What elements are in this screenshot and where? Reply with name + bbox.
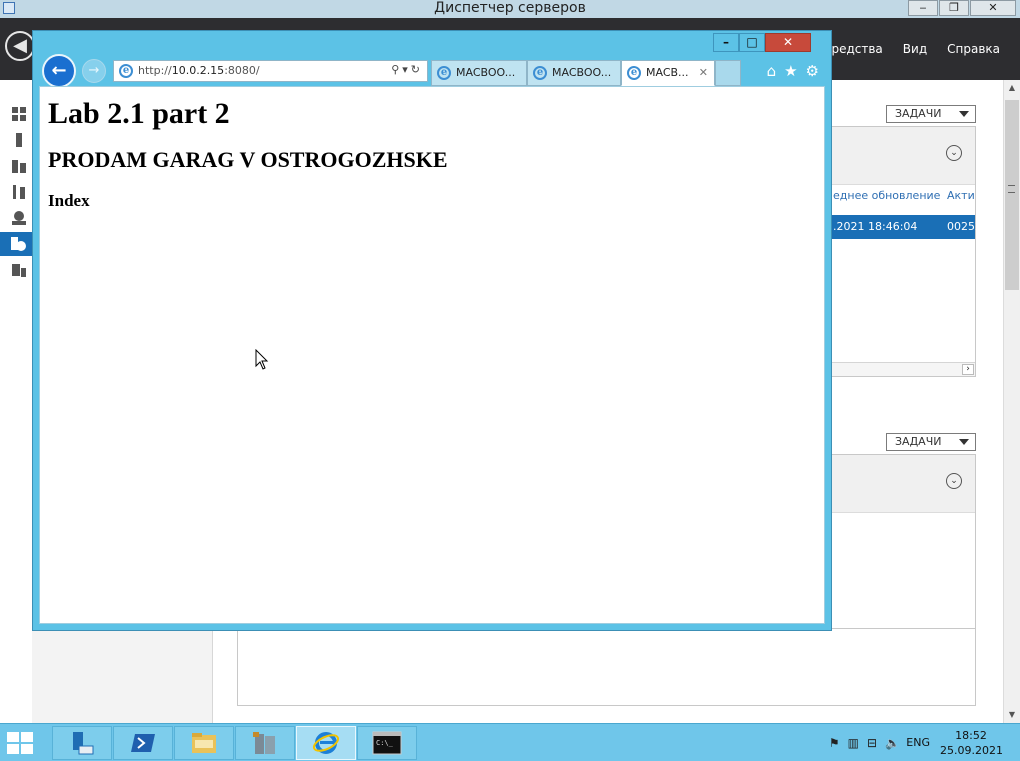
taskbar-server-manager[interactable] xyxy=(52,726,112,760)
server-manager-titlebar: Диспетчер серверов ‒ ❐ ✕ xyxy=(0,0,1020,18)
cell-last-update: .2021 18:46:04 xyxy=(833,220,918,233)
page-heading: Lab 2.1 part 2 xyxy=(48,97,230,130)
browser-tab[interactable]: e MACBOO... xyxy=(527,60,621,86)
tasks-dropdown-top[interactable]: ЗАДАЧИ xyxy=(886,105,976,123)
page-subheading: PRODAM GARAG V OSTROGOZHSKE xyxy=(48,147,448,172)
local-server-icon[interactable] xyxy=(11,132,27,148)
ie-tab-icon: e xyxy=(437,66,451,80)
tab-label: MACBOO... xyxy=(552,66,612,79)
svg-text:C:\_: C:\_ xyxy=(376,739,394,747)
tray-icons: ⚑ ▥ ⊟ 🔈 xyxy=(829,736,900,750)
horizontal-scrollbar[interactable]: › xyxy=(831,362,975,376)
taskbar-command-prompt[interactable]: C:\_ xyxy=(357,726,417,760)
dashboard-icon[interactable] xyxy=(11,106,27,122)
browser-minimize-button[interactable]: – xyxy=(713,33,739,52)
taskbar-internet-explorer[interactable] xyxy=(296,726,356,760)
browser-tab-active[interactable]: e MACB... ✕ xyxy=(621,60,715,86)
all-servers-icon[interactable] xyxy=(11,158,27,174)
lower-panel xyxy=(237,628,976,706)
remote-servers-icon[interactable] xyxy=(11,262,27,278)
tab-label: MACBOO... xyxy=(456,66,516,79)
tab-label: MACB... xyxy=(646,66,689,79)
action-center-icon[interactable]: ⚑ xyxy=(829,736,840,750)
tray-app-icon[interactable]: ▥ xyxy=(848,736,859,750)
browser-close-button[interactable]: ✕ xyxy=(765,33,811,52)
ie-tab-icon: e xyxy=(627,66,641,80)
refresh-icon[interactable]: ↻ xyxy=(411,63,423,76)
cell-activation: 00252 xyxy=(947,220,982,233)
maximize-button[interactable]: ❐ xyxy=(939,0,969,16)
network-icon[interactable]: ⊟ xyxy=(867,736,877,750)
home-icon[interactable]: ⌂ xyxy=(767,62,777,80)
menu-view[interactable]: Вид xyxy=(903,42,927,56)
server-tool-icon xyxy=(253,732,275,754)
chevron-down-icon[interactable]: ⌄ xyxy=(946,145,962,161)
taskbar-server-tool[interactable] xyxy=(235,726,295,760)
forward-button[interactable]: → xyxy=(82,59,106,83)
language-indicator[interactable]: ENG xyxy=(906,736,930,749)
command-prompt-icon: C:\_ xyxy=(372,731,402,755)
minimize-button[interactable]: ‒ xyxy=(908,0,938,16)
ie-page-icon: e xyxy=(119,64,133,78)
close-button[interactable]: ✕ xyxy=(970,0,1016,16)
url-prefix: http:// xyxy=(138,64,172,77)
tab-close-icon[interactable]: ✕ xyxy=(699,61,708,85)
iis-icon[interactable] xyxy=(11,210,27,226)
vertical-scrollbar[interactable]: ▲ ▼ xyxy=(1003,80,1020,723)
scroll-up-icon[interactable]: ▲ xyxy=(1004,80,1020,96)
col-activation[interactable]: Акти xyxy=(947,189,975,202)
browser-toolbar: ⌂ ★ ⚙ xyxy=(767,62,819,80)
taskbar-powershell[interactable] xyxy=(113,726,173,760)
search-icon[interactable]: ⚲ xyxy=(391,63,402,76)
web-page: Lab 2.1 part 2 PRODAM GARAG V OSTROGOZHS… xyxy=(39,86,825,624)
scroll-thumb[interactable] xyxy=(1005,100,1019,290)
file-services-icon[interactable] xyxy=(11,184,27,200)
powershell-icon xyxy=(131,734,155,752)
new-tab-button[interactable] xyxy=(715,60,741,86)
grip-icon xyxy=(1008,185,1015,193)
tasks-label: ЗАДАЧИ xyxy=(895,435,942,448)
window-controls: ‒ ❐ ✕ xyxy=(907,0,1016,17)
taskbar: C:\_ ⚑ ▥ ⊟ 🔈 ENG 18:52 25.09.2021 xyxy=(0,723,1020,761)
scroll-down-icon[interactable]: ▼ xyxy=(1004,707,1020,723)
chevron-down-icon[interactable]: ⌄ xyxy=(946,473,962,489)
scroll-right-icon[interactable]: › xyxy=(962,364,974,375)
browser-maximize-button[interactable]: □ xyxy=(739,33,765,52)
volume-muted-icon[interactable]: 🔈 xyxy=(885,736,900,750)
windows-start-icon[interactable] xyxy=(5,730,35,756)
address-bar[interactable]: e http://10.0.2.15:8080/ ⚲▾↻ xyxy=(113,60,428,82)
back-arrow-icon[interactable]: ◀ xyxy=(5,31,35,61)
favorites-star-icon[interactable]: ★ xyxy=(784,62,797,80)
table-row[interactable]: .2021 18:46:04 00252 xyxy=(831,215,982,239)
folder-icon xyxy=(192,733,216,753)
clock[interactable]: 18:52 25.09.2021 xyxy=(940,728,1003,758)
browser-window-controls: – □ ✕ xyxy=(713,33,811,52)
browser-tab[interactable]: e MACBOO... xyxy=(431,60,527,86)
internet-explorer-icon xyxy=(312,732,340,754)
server-manager-icon xyxy=(73,732,94,755)
dropdown-icon[interactable]: ▾ xyxy=(402,63,411,76)
url-port: :8080/ xyxy=(224,64,260,77)
col-last-update[interactable]: еднее обновление xyxy=(833,189,940,202)
menu-tools[interactable]: Средства xyxy=(823,42,883,56)
address-tools: ⚲▾↻ xyxy=(391,63,423,76)
clock-time: 18:52 xyxy=(955,729,987,742)
url-text[interactable]: http://10.0.2.15:8080/ xyxy=(138,64,260,77)
menu-help[interactable]: Справка xyxy=(947,42,1000,56)
window-title: Диспетчер серверов xyxy=(434,0,586,16)
back-button[interactable]: ← xyxy=(42,54,76,88)
tasks-dropdown-bottom[interactable]: ЗАДАЧИ xyxy=(886,433,976,451)
url-host: 10.0.2.15 xyxy=(171,64,225,77)
browser-window: – □ ✕ ← → e http://10.0.2.15:8080/ ⚲▾↻ e… xyxy=(32,30,832,631)
ie-tab-icon: e xyxy=(533,66,547,80)
menu-bar: Средства Вид Справка xyxy=(823,42,1000,56)
taskbar-file-explorer[interactable] xyxy=(174,726,234,760)
servers-tile: ⌄ еднее обновление Акти .2021 18:46:04 0… xyxy=(830,126,982,377)
nav-selected-icon[interactable] xyxy=(0,232,32,256)
clock-date: 25.09.2021 xyxy=(940,744,1003,757)
tasks-label: ЗАДАЧИ xyxy=(895,107,942,120)
nav-rail xyxy=(0,80,32,723)
gear-icon[interactable]: ⚙ xyxy=(806,62,819,80)
page-section-heading: Index xyxy=(48,191,90,210)
